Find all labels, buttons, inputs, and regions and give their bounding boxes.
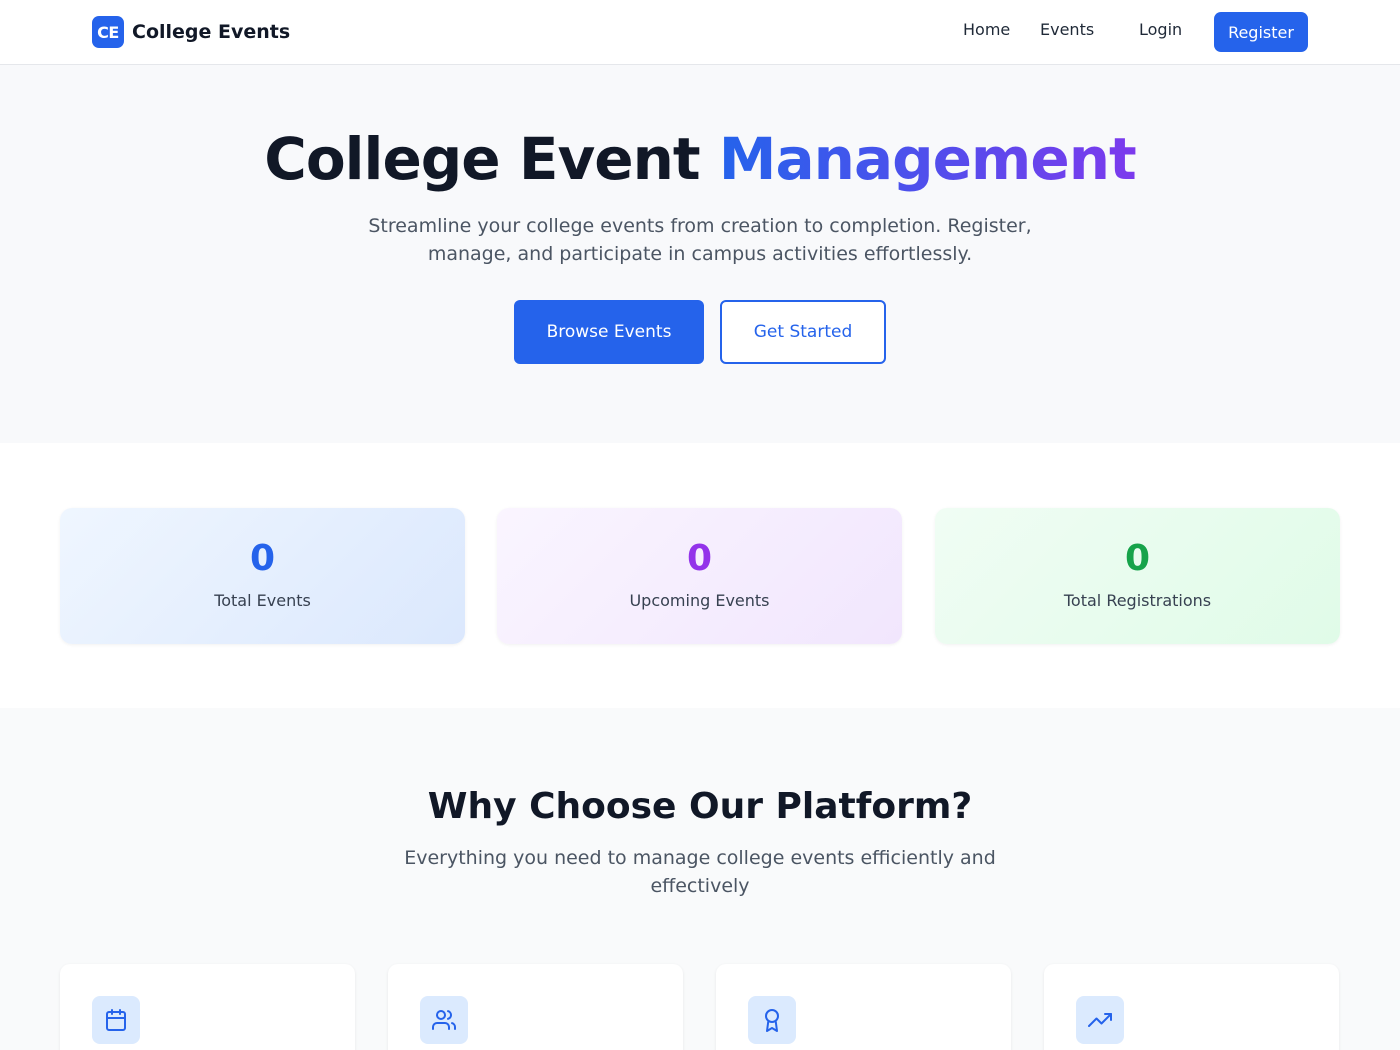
stat-label: Upcoming Events [629, 591, 770, 610]
stat-card-upcoming-events: 0 Upcoming Events [497, 508, 902, 644]
feature-card [1044, 964, 1339, 1050]
stat-label: Total Registrations [1063, 591, 1212, 610]
brand-name: College Events [132, 21, 291, 43]
features-section: Why Choose Our Platform? Everything you … [0, 708, 1400, 1050]
feature-card [60, 964, 355, 1050]
brand-logo: CE [92, 16, 124, 48]
stat-value: 0 [1124, 538, 1151, 579]
calendar-icon [92, 996, 140, 1044]
hero-title-highlight: Management [718, 125, 1137, 193]
stat-label: Total Events [214, 591, 311, 610]
stat-card-total-registrations: 0 Total Registrations [935, 508, 1340, 644]
nav-login-link[interactable]: Login [1139, 20, 1182, 39]
feature-card [388, 964, 683, 1050]
brand-link[interactable]: CE College Events [92, 16, 290, 48]
trending-up-icon [1076, 996, 1124, 1044]
feature-card [716, 964, 1011, 1050]
features-title: Why Choose Our Platform? [427, 786, 973, 827]
users-icon [420, 996, 468, 1044]
stat-value: 0 [686, 538, 713, 579]
features-subtitle: Everything you need to manage college ev… [404, 847, 996, 897]
stat-value: 0 [249, 538, 276, 579]
nav-events-link[interactable]: Events [1040, 20, 1094, 39]
browse-events-button[interactable]: Browse Events [514, 300, 704, 364]
nav-home-link[interactable]: Home [963, 20, 1010, 39]
hero-title: College Event Management [0, 125, 1400, 193]
hero-subtitle: Streamline your college events from crea… [368, 215, 1032, 265]
get-started-button[interactable]: Get Started [720, 300, 886, 364]
hero-title-main: College Event [264, 125, 719, 193]
register-button[interactable]: Register [1214, 12, 1308, 52]
hero-section: College Event Management Streamline your… [0, 65, 1400, 443]
stat-card-total-events: 0 Total Events [60, 508, 465, 644]
navbar: CE College Events Home Events Login Regi… [0, 0, 1400, 65]
award-icon [748, 996, 796, 1044]
